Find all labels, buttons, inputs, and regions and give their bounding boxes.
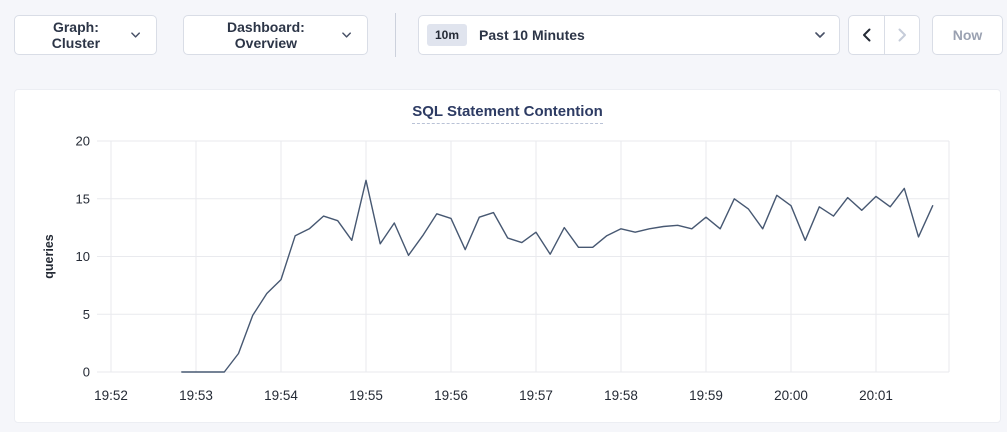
dashboard-dropdown-label: Dashboard: Overview [200, 19, 332, 51]
svg-text:19:58: 19:58 [604, 388, 638, 403]
svg-text:5: 5 [83, 307, 90, 322]
svg-text:20:01: 20:01 [859, 388, 893, 403]
chevron-left-icon [862, 28, 871, 42]
svg-text:10: 10 [76, 249, 90, 264]
svg-text:19:59: 19:59 [689, 388, 723, 403]
chevron-down-icon [815, 32, 825, 38]
dashboard-dropdown[interactable]: Dashboard: Overview [183, 15, 368, 55]
svg-text:0: 0 [83, 365, 90, 380]
time-shift-button-group [848, 15, 920, 55]
svg-text:19:54: 19:54 [264, 388, 298, 403]
svg-text:20: 20 [76, 134, 90, 149]
graph-dropdown[interactable]: Graph: Cluster [14, 15, 157, 55]
sql-statement-contention-chart[interactable]: 0 5 10 15 20 19:52 19:53 19:54 19:55 19:56 19:57 19… [15, 90, 1002, 424]
svg-text:20:00: 20:00 [774, 388, 808, 403]
chart-title-wrap: SQL Statement Contention [15, 103, 1000, 124]
toolbar: Graph: Cluster Dashboard: Overview 10m P… [0, 0, 1007, 56]
time-range-badge: 10m [427, 24, 467, 46]
chevron-right-icon [898, 28, 907, 42]
now-button[interactable]: Now [932, 15, 1003, 55]
svg-text:15: 15 [76, 191, 90, 206]
svg-text:19:56: 19:56 [434, 388, 468, 403]
time-shift-back-button[interactable] [849, 16, 884, 54]
chevron-down-icon [131, 32, 140, 38]
svg-text:19:52: 19:52 [94, 388, 128, 403]
svg-text:19:55: 19:55 [349, 388, 383, 403]
svg-text:queries: queries [42, 234, 56, 279]
time-range-selector[interactable]: 10m Past 10 Minutes [418, 15, 840, 55]
chevron-down-icon [342, 32, 351, 38]
graph-dropdown-label: Graph: Cluster [31, 19, 121, 51]
chart-title[interactable]: SQL Statement Contention [412, 103, 603, 124]
chart-card: 0 5 10 15 20 19:52 19:53 19:54 19:55 19:56 19:57 19… [14, 89, 1001, 423]
svg-text:19:57: 19:57 [519, 388, 553, 403]
toolbar-divider [395, 13, 396, 57]
time-shift-forward-button[interactable] [884, 16, 919, 54]
svg-text:19:53: 19:53 [179, 388, 213, 403]
time-range-label: Past 10 Minutes [479, 27, 585, 43]
